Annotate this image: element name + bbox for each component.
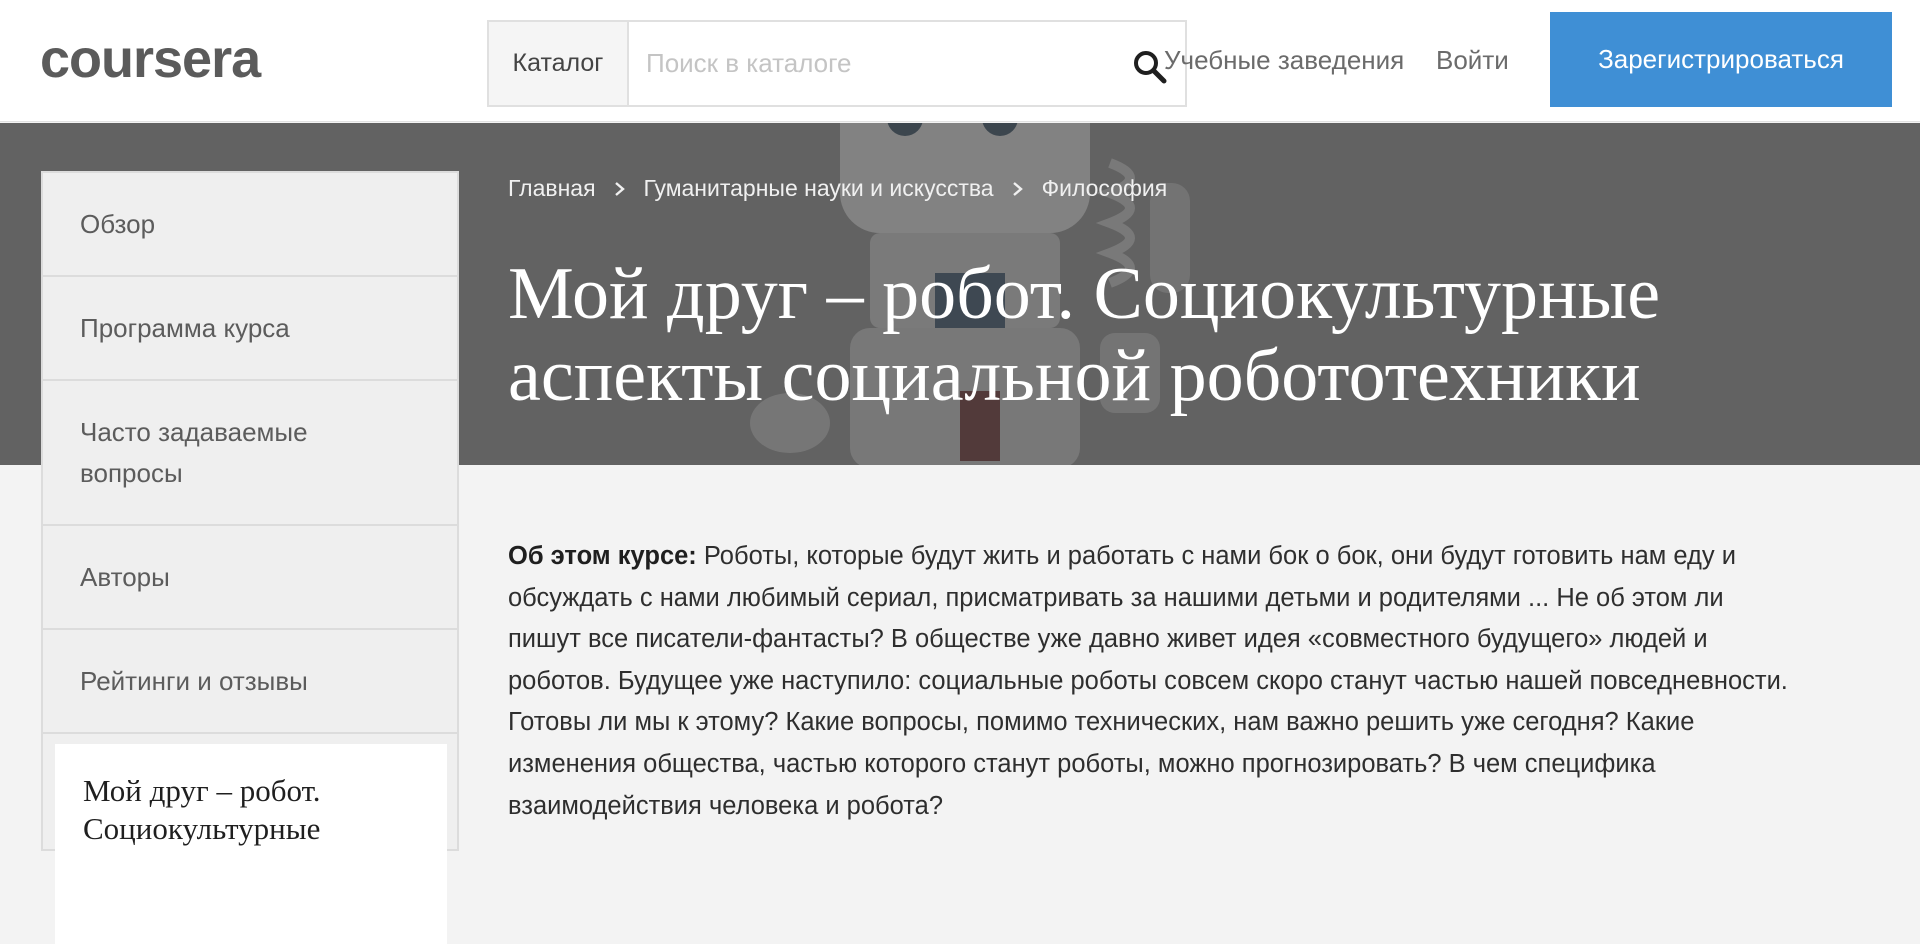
course-title: Мой друг – робот. Социокультурные аспект… <box>508 253 1838 417</box>
about-text: Роботы, которые будут жить и работать с … <box>696 542 1736 570</box>
sidebar-item-label: Обзор <box>80 208 156 239</box>
about-line: изменения общества, частью которого стан… <box>508 749 1656 778</box>
sidebar-card-line1: Мой друг – робот. <box>83 773 321 808</box>
logo-text: coursera <box>40 29 261 89</box>
institutions-link[interactable]: Учебные заведения <box>1164 44 1404 76</box>
register-button[interactable]: Зарегистрироваться <box>1550 12 1892 107</box>
sidebar-course-card[interactable]: Мой друг – робот. Социокультурные <box>55 744 447 944</box>
search-icon[interactable] <box>1133 50 1167 84</box>
sidebar-item-reviews[interactable]: Рейтинги и отзывы <box>43 630 457 734</box>
about-line: Об этом курсе: Роботы, которые будут жит… <box>508 536 1903 578</box>
coursera-logo[interactable]: coursera <box>40 29 261 89</box>
chevron-right-icon <box>1012 181 1023 196</box>
sidebar-faq-line2: вопросы <box>80 457 183 488</box>
breadcrumb: Главная Гуманитарные науки и искусства Ф… <box>508 175 1167 202</box>
sidebar-item-label: Часто задаваемые вопросы <box>80 412 308 494</box>
sidebar-item-syllabus[interactable]: Программа курса <box>43 277 457 381</box>
search-bar: Каталог <box>487 20 1187 107</box>
about-label: Об этом курсе: <box>508 542 697 570</box>
about-line: обсуждать с нами любимый сериал, присмат… <box>508 583 1724 612</box>
catalog-label: Каталог <box>512 49 604 77</box>
sidebar-faq-line1: Часто задаваемые <box>80 416 308 447</box>
top-header: coursera Каталог Учебные заведения Войти… <box>0 0 1920 122</box>
sidebar-item-instructors[interactable]: Авторы <box>43 526 457 630</box>
sidebar-item-label: Программа курса <box>80 312 290 343</box>
course-title-line1: Мой друг – робот. Социокультурные <box>508 253 1661 335</box>
breadcrumb-philosophy[interactable]: Философия <box>1042 175 1168 202</box>
sidebar-item-label: Авторы <box>80 561 170 592</box>
course-title-line2: аспекты социальной робототехники <box>508 335 1641 417</box>
login-link[interactable]: Войти <box>1436 44 1509 76</box>
about-line: Готовы ли мы к этому? Какие вопросы, пом… <box>508 708 1695 737</box>
chevron-right-icon <box>614 181 625 196</box>
breadcrumb-humanities[interactable]: Гуманитарные науки и искусства <box>644 175 994 202</box>
sidebar-item-faq[interactable]: Часто задаваемые вопросы <box>43 381 457 526</box>
catalog-button[interactable]: Каталог <box>489 22 629 105</box>
about-line: роботов. Будущее уже наступило: социальн… <box>508 666 1788 695</box>
breadcrumb-home[interactable]: Главная <box>508 175 596 202</box>
course-sidebar-nav: Обзор Программа курса Часто задаваемые в… <box>41 171 459 944</box>
sidebar-item-label: Рейтинги и отзывы <box>80 665 308 696</box>
about-line: взаимодействия человека и робота? <box>508 791 944 820</box>
sidebar-item-overview[interactable]: Обзор <box>43 173 457 277</box>
about-line: пишут все писатели-фантасты? В обществе … <box>508 625 1708 654</box>
search-input[interactable] <box>629 22 1185 105</box>
about-course-section: Об этом курсе: Роботы, которые будут жит… <box>508 536 1903 827</box>
